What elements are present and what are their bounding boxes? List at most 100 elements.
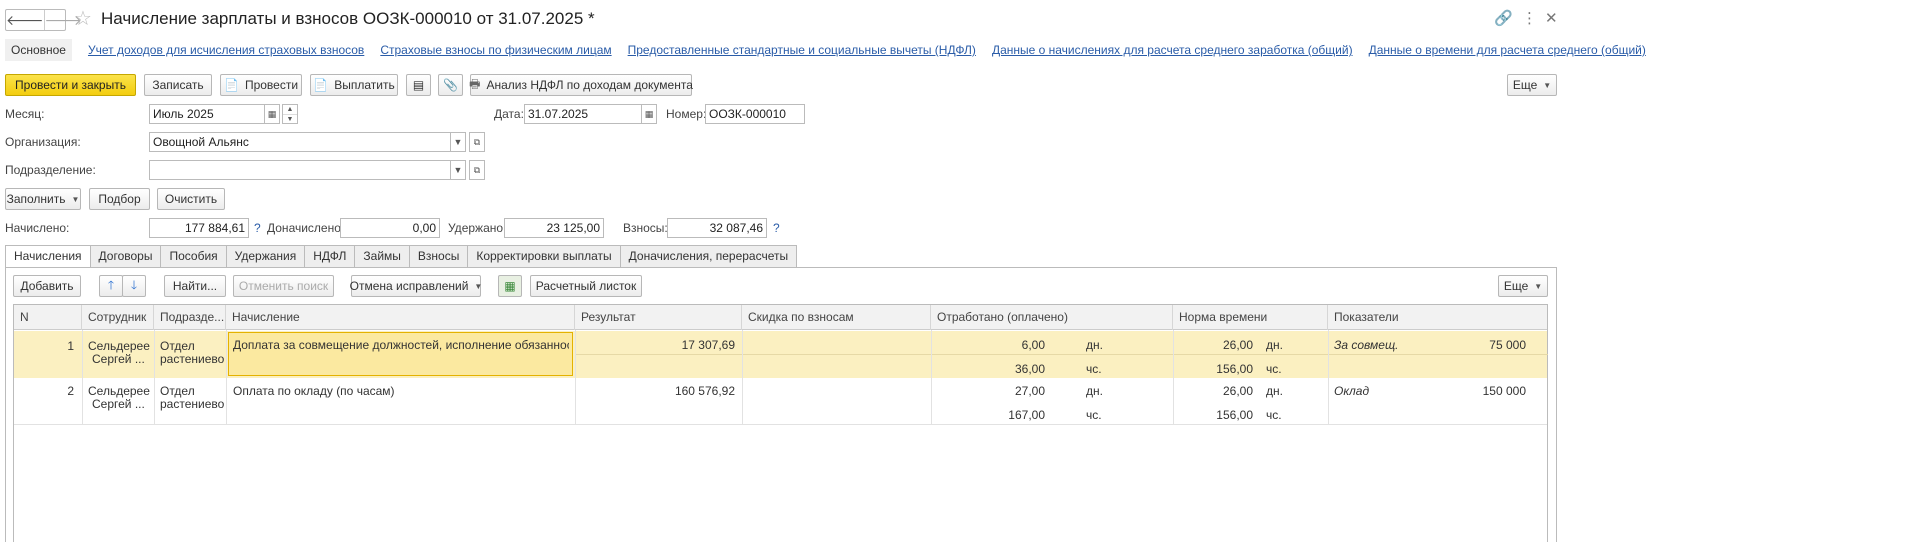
move-up-button[interactable]: 🡑 bbox=[99, 275, 123, 297]
fill-button-label: Заполнить bbox=[6, 192, 66, 206]
accrued-help-icon[interactable]: ? bbox=[254, 218, 261, 238]
col-worked[interactable]: Отработано (оплачено) bbox=[931, 305, 1173, 330]
back-arrow-icon[interactable]: 🡐 bbox=[6, 10, 44, 30]
column-divider bbox=[82, 330, 83, 424]
section-income-accounting[interactable]: Учет доходов для исчисления страховых вз… bbox=[88, 43, 364, 57]
fill-button[interactable]: Заполнить ▼ bbox=[5, 188, 81, 210]
arrow-up-icon: 🡑 bbox=[107, 277, 115, 292]
payslip-button[interactable]: Расчетный листок bbox=[530, 275, 642, 297]
section-average-earnings[interactable]: Данные о начислениях для расчета среднег… bbox=[992, 43, 1353, 57]
post-and-close-button[interactable]: Провести и закрыть bbox=[5, 74, 136, 96]
contributions-help-icon[interactable]: ? bbox=[773, 218, 780, 238]
tab-benefits[interactable]: Пособия bbox=[160, 245, 226, 268]
department-name-cont: растениево bbox=[160, 352, 225, 366]
department-name-cont: растениево bbox=[160, 397, 225, 411]
cancel-fixes-button[interactable]: Отмена исправлений ▼ bbox=[350, 275, 482, 297]
post-button[interactable]: 📄 Провести bbox=[220, 74, 302, 96]
organization-open-button[interactable]: ⧉ bbox=[469, 132, 485, 152]
section-average-time[interactable]: Данные о времени для расчета среднего (о… bbox=[1369, 43, 1646, 57]
table-settings-button[interactable]: ▦ bbox=[498, 275, 522, 297]
employee-name-cont: Сергей ... bbox=[92, 397, 145, 411]
clear-button[interactable]: Очистить bbox=[157, 188, 225, 210]
number-field[interactable]: ООЗК-000010 bbox=[705, 104, 805, 124]
norm-days-unit: дн. bbox=[1266, 338, 1283, 352]
tab-accruals[interactable]: Начисления bbox=[5, 245, 90, 268]
favorite-star-icon[interactable]: ☆ bbox=[74, 8, 92, 30]
section-tax-deductions[interactable]: Предоставленные стандартные и социальные… bbox=[628, 43, 976, 57]
col-result[interactable]: Результат bbox=[575, 305, 742, 330]
pay-button[interactable]: 📄 Выплатить bbox=[310, 74, 398, 96]
tab-contributions[interactable]: Взносы bbox=[408, 245, 468, 268]
norm-days: 26,00 bbox=[1222, 338, 1253, 352]
tab-deductions[interactable]: Удержания bbox=[225, 245, 305, 268]
page-title: Начисление зарплаты и взносов ООЗК-00001… bbox=[101, 9, 595, 28]
department-open-button[interactable]: ⧉ bbox=[469, 160, 485, 180]
section-main[interactable]: Основное bbox=[5, 39, 72, 61]
month-field[interactable]: Июль 2025 bbox=[149, 104, 265, 124]
organization-field[interactable]: Овощной Альянс bbox=[149, 132, 451, 152]
employee-name: Сельдерее bbox=[88, 384, 150, 398]
chevron-down-icon: ▼ bbox=[453, 165, 463, 175]
department-dropdown[interactable]: ▼ bbox=[450, 160, 466, 180]
worked-hours-unit: чс. bbox=[1086, 362, 1102, 376]
accrual-type: Доплата за совмещение должностей, исполн… bbox=[233, 338, 569, 352]
col-discount[interactable]: Скидка по взносам bbox=[742, 305, 931, 330]
open-link-icon: ⧉ bbox=[473, 164, 481, 175]
print-icon: 🖶 bbox=[469, 76, 481, 91]
cancel-search-button[interactable]: Отменить поиск bbox=[233, 275, 334, 297]
tab-recalculations[interactable]: Доначисления, перерасчеты bbox=[619, 245, 798, 268]
worked-days: 27,00 bbox=[1014, 384, 1045, 398]
add-row-button[interactable]: Добавить bbox=[13, 275, 81, 297]
attach-button[interactable]: 📎 bbox=[438, 74, 463, 96]
month-spinner[interactable]: ▲ ▼ bbox=[282, 104, 298, 124]
grid-more-button[interactable]: Еще ▼ bbox=[1498, 275, 1548, 297]
col-accrual[interactable]: Начисление bbox=[226, 305, 575, 330]
spin-down-icon[interactable]: ▼ bbox=[283, 114, 297, 124]
department-name: Отдел bbox=[160, 384, 195, 398]
find-button[interactable]: Найти... bbox=[164, 275, 226, 297]
col-norm[interactable]: Норма времени bbox=[1173, 305, 1328, 330]
row-number: 1 bbox=[67, 339, 74, 353]
column-divider bbox=[1173, 330, 1174, 424]
table-header: N Сотрудник Подразде... Начисление Резул… bbox=[14, 305, 1547, 330]
row-number: 2 bbox=[67, 384, 74, 398]
month-label: Месяц: bbox=[5, 107, 45, 121]
tab-loans[interactable]: Займы bbox=[354, 245, 409, 268]
pay-button-label: Выплатить bbox=[334, 78, 395, 92]
department-label: Подразделение: bbox=[5, 163, 96, 177]
worked-hours: 167,00 bbox=[1008, 408, 1045, 422]
col-indicators[interactable]: Показатели bbox=[1328, 305, 1547, 330]
date-field[interactable]: 31.07.2025 bbox=[524, 104, 642, 124]
history-nav: 🡐 🡒 bbox=[5, 9, 82, 31]
select-button[interactable]: Подбор bbox=[89, 188, 150, 210]
col-department[interactable]: Подразде... bbox=[154, 305, 226, 330]
more-button-label: Еще bbox=[1512, 78, 1538, 92]
close-icon[interactable]: ✕ bbox=[1545, 10, 1558, 28]
date-calendar-button[interactable]: ▦ bbox=[641, 104, 657, 124]
move-down-button[interactable]: 🡓 bbox=[122, 275, 146, 297]
table-row[interactable]: 2 Сельдерее Сергей ... Отдел растениево … bbox=[14, 378, 1547, 425]
section-insurance-contributions[interactable]: Страховые взносы по физическим лицам bbox=[380, 43, 611, 57]
department-name: Отдел bbox=[160, 339, 195, 353]
department-field[interactable] bbox=[149, 160, 451, 180]
date-label: Дата: bbox=[494, 107, 524, 121]
tab-ndfl[interactable]: НДФЛ bbox=[304, 245, 355, 268]
organization-dropdown[interactable]: ▼ bbox=[450, 132, 466, 152]
more-menu-icon[interactable]: ⋮ bbox=[1522, 10, 1537, 28]
link-icon[interactable]: 🔗 bbox=[1494, 10, 1513, 28]
table-row[interactable]: 1 Сельдерее Сергей ... Отдел растениево … bbox=[14, 331, 1548, 378]
employee-name-cont: Сергей ... bbox=[92, 352, 145, 366]
report-button[interactable]: ▤ bbox=[406, 74, 431, 96]
more-button[interactable]: Еще ▼ bbox=[1507, 74, 1557, 96]
month-calendar-button[interactable]: ▦ bbox=[264, 104, 280, 124]
col-n[interactable]: N bbox=[14, 305, 82, 330]
col-employee[interactable]: Сотрудник bbox=[82, 305, 154, 330]
contributions-field: 32 087,46 bbox=[667, 218, 767, 238]
tab-contracts[interactable]: Договоры bbox=[89, 245, 161, 268]
save-button[interactable]: Записать bbox=[144, 74, 212, 96]
chevron-down-icon: ▼ bbox=[1534, 281, 1543, 291]
number-label: Номер: bbox=[666, 107, 707, 121]
ndfl-analysis-button[interactable]: 🖶 Анализ НДФЛ по доходам документа bbox=[469, 74, 693, 96]
spin-up-icon[interactable]: ▲ bbox=[283, 105, 297, 114]
tab-payment-adjustments[interactable]: Корректировки выплаты bbox=[467, 245, 620, 268]
